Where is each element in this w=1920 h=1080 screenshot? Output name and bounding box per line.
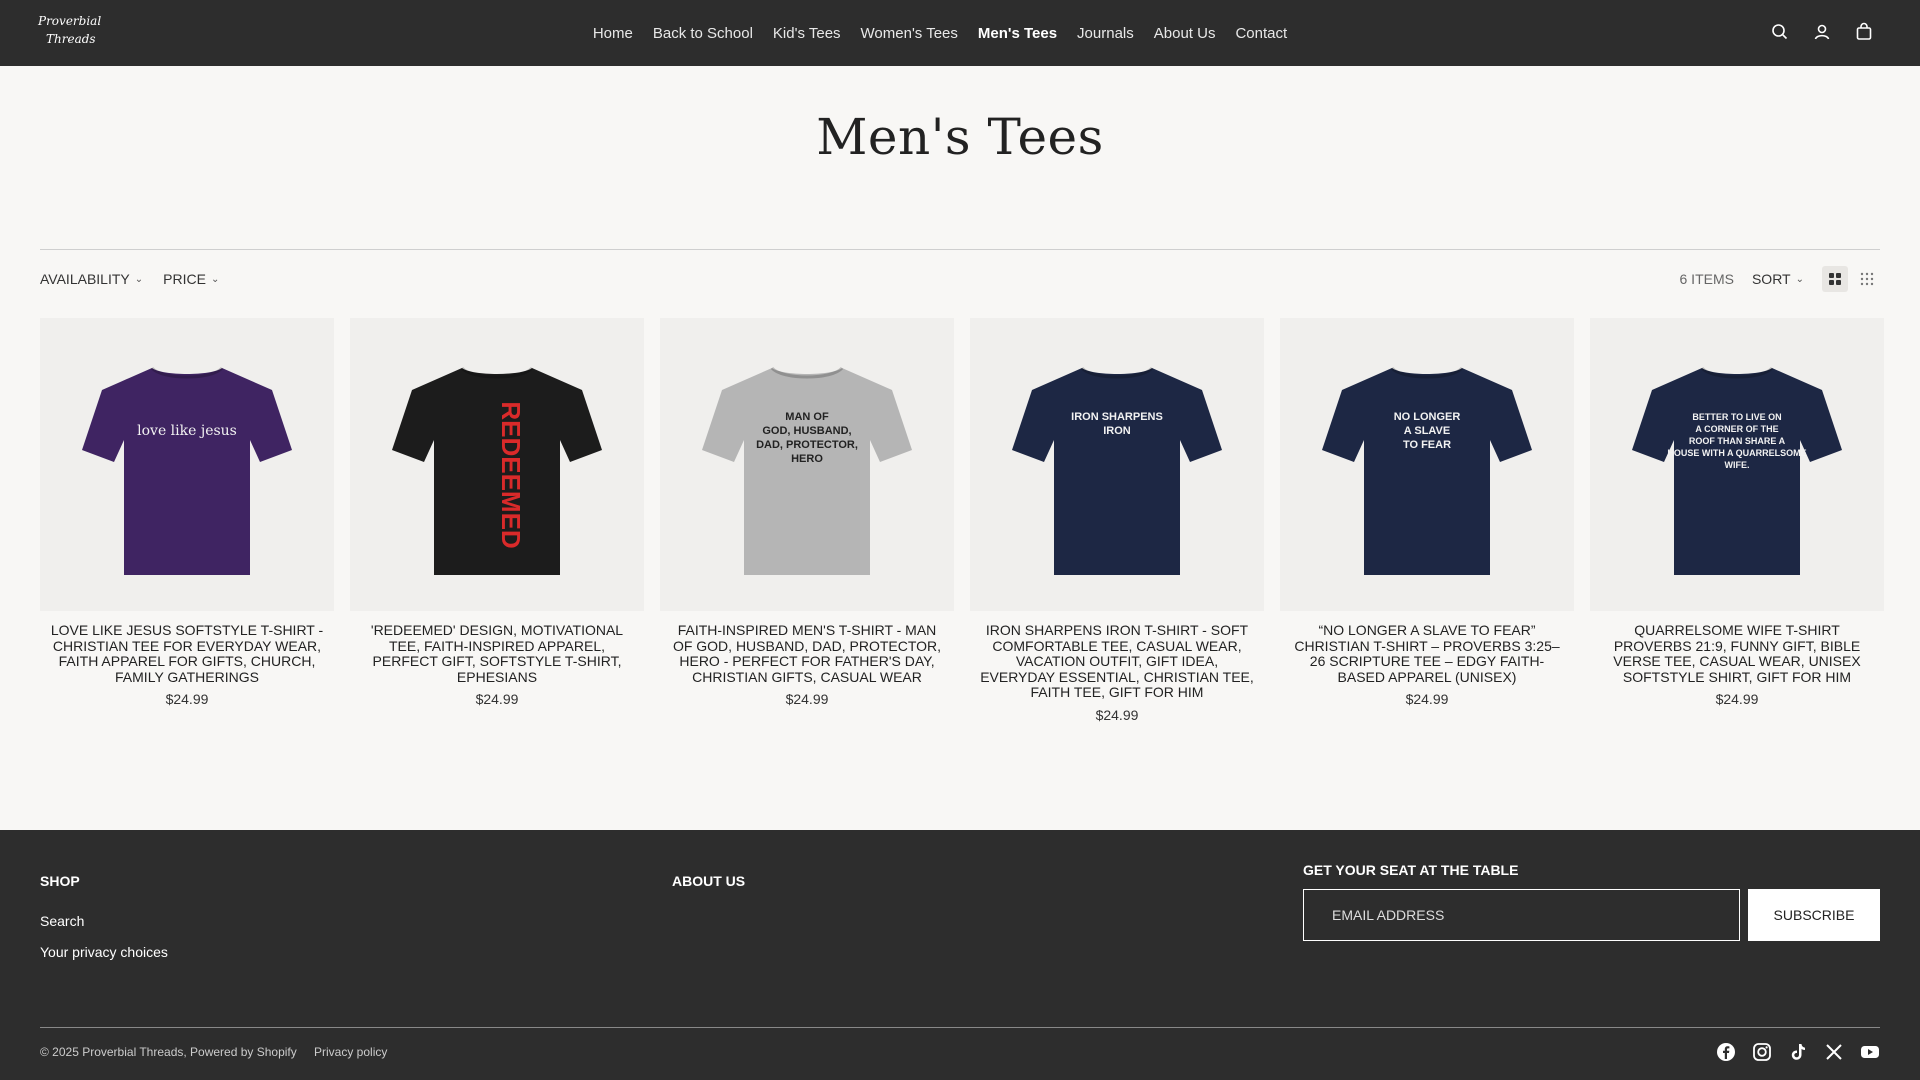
site-header: Proverbial Threads Home Back to School Kid… (0, 0, 1920, 66)
items-count: 6 ITEMS (1679, 271, 1734, 287)
product-image[interactable]: IRON SHARPENS IRON (970, 318, 1264, 611)
product-title[interactable]: QUARRELSOME WIFE T-SHIRT PROVERBS 21:9, … (1590, 622, 1884, 685)
shirt-print-text-line: BETTER TO LIVE ON (1692, 412, 1781, 422)
grid-2x2-icon (1829, 273, 1841, 285)
tiktok-icon[interactable] (1788, 1042, 1808, 1062)
availability-label: AVAILABILITY (40, 271, 130, 287)
shirt-print-text-line: ROOF THAN SHARE A (1689, 436, 1786, 446)
header-icons (1770, 22, 1874, 42)
email-field[interactable] (1303, 889, 1740, 941)
t-shirt-image: love like jesus (82, 366, 292, 575)
product-image[interactable]: MAN OF GOD, HUSBAND, DAD, PROTECTOR, HERO (660, 318, 954, 611)
page-title: Men's Tees (816, 108, 1104, 166)
shirt-print-text-line: IRON SHARPENS (1071, 411, 1163, 423)
facebook-icon[interactable] (1716, 1042, 1736, 1062)
grid-3x3-icon (1860, 272, 1874, 286)
shirt-print-text-line: WIFE. (1725, 460, 1750, 470)
newsletter-heading: GET YOUR SEAT AT THE TABLE (1303, 862, 1519, 878)
sort-dropdown[interactable]: SORT ⌄ (1752, 271, 1804, 287)
product-title[interactable]: LOVE LIKE JESUS SOFTSTYLE T-SHIRT - CHRI… (40, 622, 334, 685)
product-price: $24.99 (165, 691, 209, 707)
nav-item-home[interactable]: Home (593, 25, 633, 42)
nav-item-men-s-tees[interactable]: Men's Tees (978, 25, 1057, 42)
shirt-print-text: love like jesus (137, 423, 237, 439)
shirt-print-text: REDEEMED (496, 401, 526, 548)
grid-large-view-button[interactable] (1822, 266, 1848, 292)
product-card[interactable]: IRON SHARPENS IRON IRON SHARPENS IRON T-S… (970, 318, 1264, 723)
grid-small-view-button[interactable] (1854, 266, 1880, 292)
nav-item-journals[interactable]: Journals (1077, 25, 1134, 42)
shirt-print-text-line: GOD, HUSBAND, (762, 425, 851, 437)
sort-label: SORT (1751, 271, 1791, 287)
product-title[interactable]: “NO LONGER A SLAVE TO FEAR” CHRISTIAN T-… (1280, 622, 1574, 685)
availability-filter[interactable]: AVAILABILITY ⌄ (40, 271, 143, 287)
main-nav: Home Back to School Kid's Tees Women's Tees… (0, 0, 1920, 66)
nav-item-about-us[interactable]: About Us (1154, 25, 1216, 42)
x-icon[interactable] (1824, 1042, 1844, 1062)
product-grid: love like jesus LOVE LIKE JESUS SOFTSTYL… (40, 318, 1884, 723)
t-shirt-image: BETTER TO LIVE ON A CORNER OF THE ROOF THA… (1632, 366, 1842, 575)
shirt-print-text-line: MAN OF (785, 411, 829, 423)
price-label: PRICE (163, 271, 206, 287)
shirt-print-text-line: DAD, PROTECTOR, (756, 439, 858, 451)
filter-bar: AVAILABILITY ⌄ PRICE ⌄ (40, 271, 219, 287)
footer-link-search[interactable]: Search (40, 913, 84, 929)
price-filter[interactable]: PRICE ⌄ (163, 271, 219, 287)
nav-item-women-s-tees[interactable]: Women's Tees (861, 25, 958, 42)
product-image[interactable]: NO LONGER A SLAVE TO FEAR (1280, 318, 1574, 611)
product-card[interactable]: REDEEMED 'REDEEMED' DESIGN, MOTIVATIONAL… (350, 318, 644, 723)
product-card[interactable]: love like jesus LOVE LIKE JESUS SOFTSTYL… (40, 318, 334, 723)
nav-item-contact[interactable]: Contact (1235, 25, 1287, 42)
privacy-policy-link[interactable]: Privacy policy (314, 1045, 387, 1059)
product-image[interactable]: REDEEMED (350, 318, 644, 611)
t-shirt-image: REDEEMED (392, 366, 602, 575)
nav-item-kid-s-tees[interactable]: Kid's Tees (773, 25, 841, 42)
chevron-down-icon: ⌄ (134, 273, 144, 285)
footer-divider (40, 1027, 1880, 1028)
chevron-down-icon: ⌄ (210, 273, 220, 285)
chevron-down-icon: ⌄ (1795, 273, 1804, 285)
logo-line-2: Threads (46, 32, 96, 46)
product-title[interactable]: 'REDEEMED' DESIGN, MOTIVATIONAL TEE, FAI… (350, 622, 644, 685)
copyright-text: © 2025 Proverbial Threads, Powered by Sh… (40, 1045, 297, 1059)
product-title[interactable]: IRON SHARPENS IRON T-SHIRT - SOFT COMFOR… (970, 622, 1264, 701)
brand-logo[interactable]: Proverbial Threads (38, 12, 102, 54)
account-icon[interactable] (1812, 22, 1832, 42)
shirt-print-text-line: TO FEAR (1403, 439, 1451, 451)
instagram-icon[interactable] (1752, 1042, 1772, 1062)
subscribe-button[interactable]: SUBSCRIBE (1748, 889, 1880, 941)
youtube-icon[interactable] (1860, 1042, 1880, 1062)
site-footer: SHOP Search Your privacy choices ABOUT U… (0, 830, 1920, 1080)
t-shirt-image: IRON SHARPENS IRON (1012, 366, 1222, 575)
sort-tools: 6 ITEMS SORT ⌄ (1680, 266, 1881, 292)
shirt-print-text-line: IRON (1103, 425, 1131, 437)
t-shirt-image: MAN OF GOD, HUSBAND, DAD, PROTECTOR, HERO (702, 366, 912, 575)
t-shirt-image: NO LONGER A SLAVE TO FEAR (1322, 366, 1532, 575)
shirt-print-text-line: NO LONGER (1394, 411, 1461, 423)
social-links (1716, 1042, 1880, 1062)
footer-link-privacy-choices[interactable]: Your privacy choices (40, 944, 168, 960)
product-price: $24.99 (785, 691, 829, 707)
shirt-print-text-line: A CORNER OF THE (1695, 424, 1778, 434)
product-title[interactable]: FAITH-INSPIRED MEN'S T-SHIRT - MAN OF GO… (660, 622, 954, 685)
footer-shop-heading: SHOP (40, 873, 80, 889)
nav-item-back-to-school[interactable]: Back to School (653, 25, 753, 42)
shirt-print-text-line: HERO (791, 453, 823, 465)
footer-about-heading[interactable]: ABOUT US (672, 873, 745, 889)
product-price: $24.99 (475, 691, 519, 707)
search-icon[interactable] (1770, 22, 1790, 42)
product-card[interactable]: NO LONGER A SLAVE TO FEAR “NO LONGER A SLA… (1280, 318, 1574, 723)
product-card[interactable]: BETTER TO LIVE ON A CORNER OF THE ROOF THA… (1590, 318, 1884, 723)
product-image[interactable]: BETTER TO LIVE ON A CORNER OF THE ROOF THA… (1590, 318, 1884, 611)
product-image[interactable]: love like jesus (40, 318, 334, 611)
title-divider (40, 249, 1880, 250)
logo-line-1: Proverbial (38, 14, 102, 28)
product-price: $24.99 (1405, 691, 1449, 707)
cart-icon[interactable] (1854, 22, 1874, 42)
shirt-print-text-line: HOUSE WITH A QUARRELSOME (1667, 448, 1806, 458)
product-price: $24.99 (1095, 706, 1139, 723)
product-price: $24.99 (1715, 691, 1759, 707)
product-card[interactable]: MAN OF GOD, HUSBAND, DAD, PROTECTOR, HERO F… (660, 318, 954, 723)
shirt-print-text-line: A SLAVE (1404, 425, 1450, 437)
